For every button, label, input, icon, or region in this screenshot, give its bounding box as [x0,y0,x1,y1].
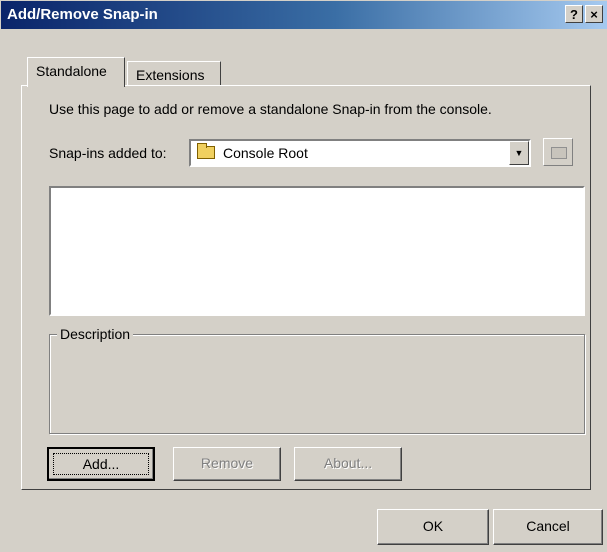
chevron-down-icon[interactable]: ▼ [509,141,529,165]
tab-standalone-label: Standalone [36,63,107,79]
snapin-list[interactable] [49,186,585,316]
tab-standalone[interactable]: Standalone [27,57,125,87]
remove-button[interactable]: Remove [173,447,281,481]
ok-button[interactable]: OK [377,509,489,545]
close-button[interactable]: × [585,5,603,23]
dialog-title: Add/Remove Snap-in [7,6,158,23]
up-one-level-icon[interactable] [543,138,573,166]
about-button[interactable]: About... [294,447,402,481]
help-button[interactable]: ? [565,5,583,23]
cancel-button[interactable]: Cancel [493,509,603,545]
focus-indicator [53,453,149,475]
intro-text: Use this page to add or remove a standal… [49,101,492,117]
description-label: Description [57,326,134,342]
snapins-added-to-value: Console Root [223,145,308,161]
folder-icon [197,143,215,159]
add-remove-snapin-dialog: Add/Remove Snap-in ? × Standalone Extens… [0,0,607,552]
snapins-added-to-select[interactable]: Console Root ▼ [189,139,531,167]
snapins-added-to-label: Snap-ins added to: [49,145,167,161]
title-bar: Add/Remove Snap-in [1,1,607,29]
add-button[interactable]: Add... [47,447,155,481]
description-group [49,334,585,434]
tab-extensions-label: Extensions [136,67,205,83]
tab-extensions[interactable]: Extensions [127,61,221,85]
